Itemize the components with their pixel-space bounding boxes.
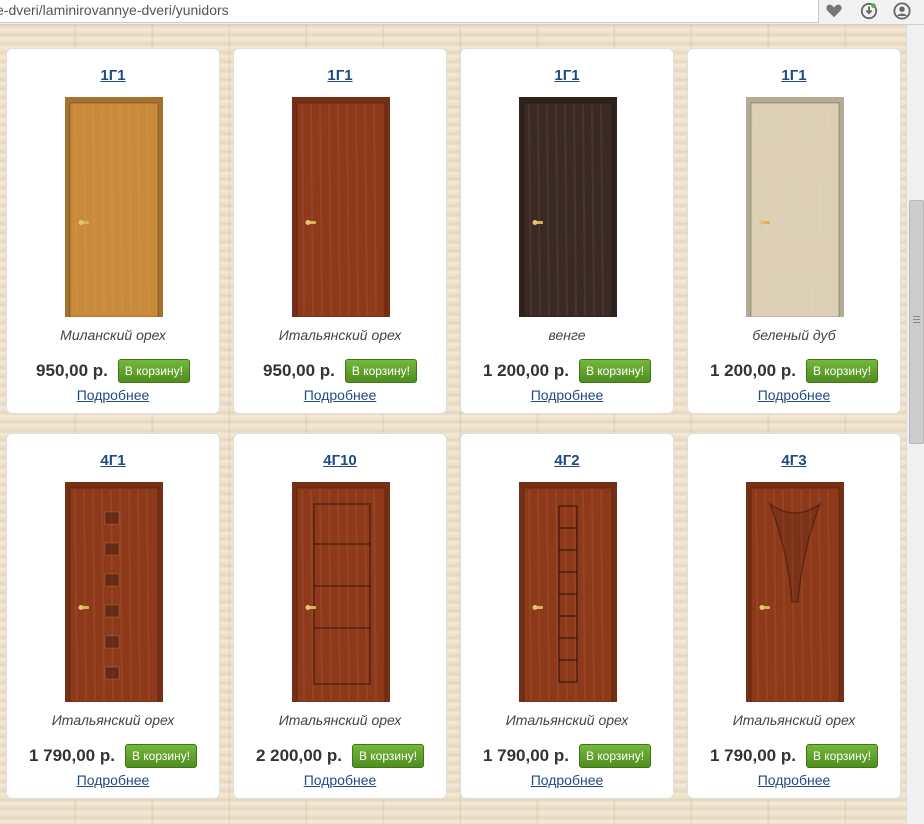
add-to-cart-button[interactable]: В корзину!: [578, 359, 652, 383]
product-price: 1 790,00 р.: [28, 746, 115, 765]
product-card: 1Г1 венге 1 200,00 р. В корзину! Подробнее: [460, 48, 674, 414]
add-to-cart-button[interactable]: В корзину!: [351, 744, 425, 768]
scrollbar-grip-icon: [913, 314, 920, 323]
price-row: 1 200,00 р. В корзину!: [461, 358, 673, 384]
heart-icon[interactable]: [820, 0, 848, 22]
details-link[interactable]: Подробнее: [688, 772, 900, 788]
door-image[interactable]: [519, 482, 617, 702]
details-link[interactable]: Подробнее: [461, 387, 673, 403]
product-card: 4Г3 Итальянский орех 1 790,00 р. В корзину!…: [687, 433, 901, 799]
product-title-link[interactable]: 1Г1: [461, 67, 673, 84]
product-color: Итальянский орех: [278, 712, 402, 728]
product-title-link[interactable]: 1Г1: [7, 67, 219, 84]
details-link[interactable]: Подробнее: [461, 772, 673, 788]
browser-toolbar: e-dveri/laminirovannye-dveri/yunidors: [0, 0, 924, 25]
door-image[interactable]: [292, 97, 390, 317]
price-row: 950,00 р. В корзину!: [234, 358, 446, 384]
door-image[interactable]: [519, 97, 617, 317]
door-image[interactable]: [65, 482, 163, 702]
add-to-cart-button[interactable]: В корзину!: [578, 744, 652, 768]
add-to-cart-button[interactable]: В корзину!: [124, 744, 198, 768]
product-color: Итальянский орех: [732, 712, 856, 728]
door-image[interactable]: [292, 482, 390, 702]
product-title-link[interactable]: 1Г1: [688, 67, 900, 84]
product-title-link[interactable]: 1Г1: [234, 67, 446, 84]
product-grid-page: 1Г1 Миланский орех 950,00 р. В корзину! Подр…: [0, 25, 906, 824]
price-row: 1 790,00 р. В корзину!: [461, 743, 673, 769]
price-row: 1 790,00 р. В корзину!: [688, 743, 900, 769]
door-image[interactable]: [65, 97, 163, 317]
product-price: 950,00 р.: [36, 361, 108, 380]
address-bar-url: e-dveri/laminirovannye-dveri/yunidors: [0, 2, 229, 18]
page-scrollbar[interactable]: [906, 25, 924, 824]
door-image[interactable]: [746, 97, 844, 317]
download-icon[interactable]: [855, 0, 883, 22]
account-icon[interactable]: [888, 0, 916, 22]
details-link[interactable]: Подробнее: [234, 772, 446, 788]
product-title-link[interactable]: 4Г10: [234, 452, 446, 469]
price-row: 1 200,00 р. В корзину!: [688, 358, 900, 384]
add-to-cart-button[interactable]: В корзину!: [117, 359, 190, 383]
product-color: Миланский орех: [60, 327, 166, 343]
product-card: 1Г1 беленый дуб 1 200,00 р. В корзину! Подро…: [687, 48, 901, 414]
product-price: 1 790,00 р.: [482, 746, 569, 765]
product-color: венге: [548, 327, 586, 343]
product-card: 4Г2 Итальянский орех 1 790,00 р. В корзину!…: [460, 433, 674, 799]
product-card: 4Г1 Итальянский орех 1 790,00 р. В корзину!…: [6, 433, 220, 799]
product-price: 2 200,00 р.: [255, 746, 342, 765]
product-price: 950,00 р.: [263, 361, 335, 380]
product-card: 4Г10 Итальянский орех 2 200,00 р. В корзину…: [233, 433, 447, 799]
door-image[interactable]: [746, 482, 844, 702]
product-price: 1 790,00 р.: [709, 746, 796, 765]
details-link[interactable]: Подробнее: [7, 772, 219, 788]
product-price: 1 200,00 р.: [482, 361, 569, 380]
details-link[interactable]: Подробнее: [7, 387, 219, 403]
details-link[interactable]: Подробнее: [234, 387, 446, 403]
product-title-link[interactable]: 4Г2: [461, 452, 673, 469]
product-price: 1 200,00 р.: [709, 361, 796, 380]
product-title-link[interactable]: 4Г3: [688, 452, 900, 469]
details-link[interactable]: Подробнее: [688, 387, 900, 403]
address-bar[interactable]: e-dveri/laminirovannye-dveri/yunidors: [0, 0, 819, 23]
product-card: 1Г1 Миланский орех 950,00 р. В корзину! Подр…: [6, 48, 220, 414]
product-title-link[interactable]: 4Г1: [7, 452, 219, 469]
add-to-cart-button[interactable]: В корзину!: [805, 359, 879, 383]
add-to-cart-button[interactable]: В корзину!: [344, 359, 417, 383]
scrollbar-thumb[interactable]: [909, 200, 924, 444]
product-color: Итальянский орех: [278, 327, 402, 343]
price-row: 2 200,00 р. В корзину!: [234, 743, 446, 769]
product-color: Итальянский орех: [51, 712, 175, 728]
product-card: 1Г1 Итальянский орех 950,00 р. В корзину! По…: [233, 48, 447, 414]
price-row: 1 790,00 р. В корзину!: [7, 743, 219, 769]
add-to-cart-button[interactable]: В корзину!: [805, 744, 879, 768]
product-color: беленый дуб: [752, 327, 836, 343]
price-row: 950,00 р. В корзину!: [7, 358, 219, 384]
product-color: Итальянский орех: [505, 712, 629, 728]
